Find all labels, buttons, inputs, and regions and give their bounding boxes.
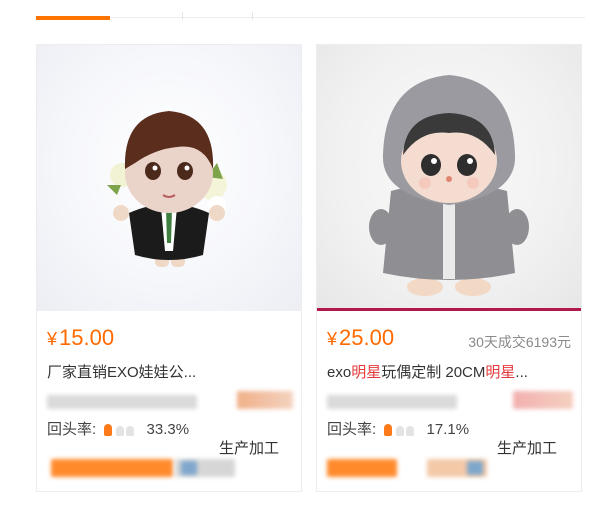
- blurred-badge: [513, 391, 573, 409]
- product-image[interactable]: [37, 45, 301, 311]
- price-value: 15.00: [59, 325, 115, 350]
- price-value: 25.00: [339, 325, 395, 350]
- blurred-badge: [237, 391, 293, 409]
- product-price: ¥25.00: [327, 325, 394, 351]
- product-image[interactable]: [317, 45, 581, 311]
- title-segment: 玩偶定制 20CM: [381, 364, 486, 381]
- doll-illustration: [107, 111, 227, 267]
- sales-count: 30天成交6193元: [468, 334, 571, 350]
- currency-symbol: ¥: [327, 329, 338, 349]
- service-label: 生产加工: [219, 440, 280, 457]
- title-segment: exo: [327, 364, 352, 381]
- currency-symbol: ¥: [47, 329, 58, 349]
- return-rate-label: 回头率:: [327, 421, 377, 438]
- product-title[interactable]: 厂家直销EXO娃娃公...: [47, 361, 217, 382]
- return-rate-icon: [384, 424, 418, 437]
- product-title[interactable]: exo明星玩偶定制 20CM明星...: [327, 361, 573, 382]
- blurred-bar: [327, 459, 397, 477]
- product-price: ¥15.00: [47, 325, 114, 351]
- blurred-bar: [51, 459, 173, 477]
- tab-separator: [252, 12, 253, 20]
- return-rate-value: 33.3%: [146, 421, 190, 438]
- title-highlight: 明星: [351, 364, 382, 381]
- tab-separator: [182, 12, 183, 20]
- doll-illustration: [369, 75, 529, 296]
- service-label: 生产加工: [497, 440, 558, 457]
- return-rate-label: 回头率:: [47, 421, 97, 438]
- title-segment: ...: [515, 364, 528, 381]
- blurred-bar: [467, 461, 483, 475]
- active-tab-indicator: [36, 16, 110, 20]
- return-rate-value: 17.1%: [426, 421, 470, 438]
- return-rate-icon: [104, 424, 138, 437]
- tab-bar: [0, 0, 591, 22]
- product-card[interactable]: ¥25.00 30天成交6193元 exo明星玩偶定制 20CM明星... 回头…: [316, 44, 582, 492]
- return-rate: 回头率: 17.1%: [327, 418, 469, 439]
- blurred-bar: [181, 461, 197, 475]
- blurred-info: [47, 395, 197, 409]
- return-rate: 回头率: 33.3%: [47, 418, 189, 439]
- blurred-info: [327, 395, 457, 409]
- title-highlight: 明星: [485, 364, 516, 381]
- product-card[interactable]: ¥15.00 厂家直销EXO娃娃公... 回头率: 33.3% 生产加工: [36, 44, 302, 492]
